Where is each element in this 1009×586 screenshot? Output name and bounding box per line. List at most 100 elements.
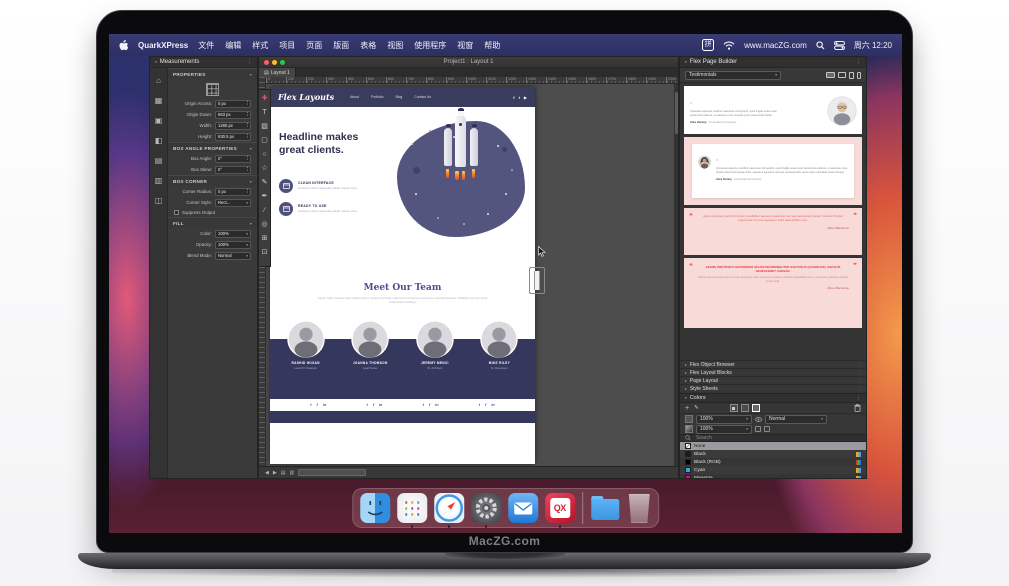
- disclosure-triangle-icon[interactable]: ▸: [685, 371, 687, 375]
- color-row[interactable]: Black: [680, 450, 866, 458]
- tool-button[interactable]: ✚: [262, 92, 268, 106]
- menu-item[interactable]: 项目: [279, 40, 295, 51]
- tool-button[interactable]: ◎: [261, 218, 267, 232]
- blend-mode-select[interactable]: Normal▾: [765, 415, 827, 424]
- page-view-icon[interactable]: ▤: [281, 470, 286, 476]
- menu-item[interactable]: 视图: [387, 40, 403, 51]
- measurements-palette-header[interactable]: ▾ Measurements ⋮: [150, 57, 257, 68]
- link-icon[interactable]: [764, 426, 770, 432]
- add-color-button[interactable]: +: [685, 405, 689, 412]
- menu-item[interactable]: 帮助: [484, 40, 500, 51]
- testimonial-card-1[interactable]: ❝ Quisestas aptentus vestibul maecenas c…: [684, 86, 862, 134]
- measurements-tab-icon[interactable]: ⌂: [156, 76, 161, 85]
- input-method-icon[interactable]: 拼: [702, 39, 714, 51]
- suppress-output-checkbox[interactable]: Suppress Output: [168, 208, 257, 217]
- disclosure-triangle-icon[interactable]: ▸: [685, 387, 687, 391]
- link-icon[interactable]: [755, 426, 761, 432]
- active-app-name[interactable]: QuarkXPress: [138, 41, 188, 50]
- box-skew-field[interactable]: 0°▴▾: [215, 166, 251, 174]
- tablet-portrait-icon[interactable]: [849, 72, 854, 79]
- menu-item[interactable]: 编辑: [225, 40, 241, 51]
- section-box-angle[interactable]: BOX ANGLE PROPERTIES▾: [168, 142, 257, 153]
- tint-select[interactable]: 100%▾: [696, 425, 752, 434]
- tool-button[interactable]: ▢: [261, 134, 268, 148]
- tool-button[interactable]: ▨: [261, 120, 268, 134]
- origin-down-field[interactable]: 663 px▴▾: [215, 111, 251, 119]
- page-forward-icon[interactable]: ▶: [273, 470, 277, 476]
- preset-dropdown[interactable]: Testimonials▾: [685, 71, 781, 80]
- menu-item[interactable]: 表格: [360, 40, 376, 51]
- phone-preview-icon[interactable]: [857, 72, 861, 79]
- spread-view-icon[interactable]: ▥: [289, 470, 294, 476]
- menu-item[interactable]: 样式: [252, 40, 268, 51]
- collapsed-palette-handle[interactable]: [529, 267, 545, 294]
- blend-mode-select[interactable]: Normal▾: [215, 252, 251, 260]
- origin-across-field[interactable]: 0 px▴▾: [215, 100, 251, 108]
- safari-dock-icon[interactable]: [434, 493, 464, 523]
- page-back-icon[interactable]: ◀: [265, 470, 269, 476]
- menu-item[interactable]: 页面: [306, 40, 322, 51]
- measurements-tab-icon[interactable]: ◧: [155, 136, 163, 145]
- delete-color-icon[interactable]: [854, 404, 861, 412]
- palette-menu-icon[interactable]: ⋮: [856, 395, 861, 401]
- width-field[interactable]: 1280 px▴▾: [215, 122, 251, 130]
- palette-menu-icon[interactable]: ⋮: [247, 59, 252, 65]
- quarkxpress-dock-icon[interactable]: QX: [545, 493, 575, 523]
- shade-select[interactable]: 100%▾: [696, 415, 752, 424]
- system-preferences-dock-icon[interactable]: [471, 493, 501, 523]
- measurements-tab-icon[interactable]: ▦: [155, 96, 163, 105]
- tool-button[interactable]: ∕: [264, 204, 265, 218]
- window-title-bar[interactable]: Project1 : Layout 1: [259, 57, 678, 68]
- layout-canvas[interactable]: Flex Layouts AboutPortfolioBlogContact U…: [266, 84, 678, 466]
- measurements-tab-icon[interactable]: ▥: [155, 176, 163, 185]
- testimonial-card-2[interactable]: ❝ Quisestas aptentus vestibul maecenas c…: [684, 137, 862, 205]
- color-row[interactable]: None: [680, 442, 866, 450]
- palette-collapse-icon[interactable]: ▾: [155, 60, 157, 64]
- tool-button[interactable]: ✎: [262, 176, 268, 190]
- wifi-icon[interactable]: [723, 41, 735, 50]
- measurements-tab-icon[interactable]: ▤: [155, 156, 163, 165]
- collapsed-panel-row[interactable]: ▸ Style Sheets ⋮: [680, 384, 866, 392]
- anchor-grid-icon[interactable]: [206, 83, 219, 96]
- mail-dock-icon[interactable]: [508, 493, 538, 523]
- trash-dock-icon[interactable]: [627, 494, 651, 523]
- collapsed-panel-row[interactable]: ▸ Flex Object Browser ⋮: [680, 360, 866, 368]
- disclosure-triangle-icon[interactable]: ▸: [685, 363, 687, 367]
- folder-dock-icon[interactable]: [590, 493, 620, 523]
- canvas-scrollbar[interactable]: [674, 84, 678, 466]
- tool-button[interactable]: T: [262, 106, 266, 120]
- testimonial-card-3[interactable]: ❝ ❞ Aegre pretosius matrimonii iocari in…: [684, 208, 862, 255]
- tool-button[interactable]: ⊡: [262, 246, 268, 260]
- box-angle-field[interactable]: 0°▴▾: [215, 155, 251, 163]
- design-page[interactable]: Flex Layouts AboutPortfolioBlogContact U…: [270, 87, 535, 464]
- checkbox-icon[interactable]: [174, 210, 179, 215]
- panel-menu-icon[interactable]: ⋮: [857, 378, 861, 383]
- colors-search-input[interactable]: [694, 434, 794, 442]
- corner-style-select[interactable]: Rect...▾: [215, 199, 251, 207]
- colors-palette-header[interactable]: ▾ Colors ⋮: [680, 394, 866, 403]
- menu-bar-clock[interactable]: 周六 12:20: [854, 40, 892, 51]
- measurements-tab-icon[interactable]: ◫: [155, 196, 163, 205]
- tool-button[interactable]: ☆: [261, 162, 267, 176]
- menu-item[interactable]: 使用程序: [414, 40, 446, 51]
- palette-collapse-icon[interactable]: ▾: [685, 60, 687, 64]
- color-row[interactable]: Magenta: [680, 474, 866, 478]
- section-properties[interactable]: PROPERTIES▾: [168, 68, 257, 79]
- palette-menu-icon[interactable]: ⋮: [856, 59, 861, 65]
- launchpad-dock-icon[interactable]: [397, 493, 427, 523]
- frame-fill-icon[interactable]: [741, 404, 749, 412]
- tool-button[interactable]: ⊞: [262, 232, 268, 246]
- tablet-landscape-icon[interactable]: [838, 72, 846, 78]
- section-fill[interactable]: FILL▾: [168, 217, 257, 228]
- fill-opacity-select[interactable]: 100%▾: [215, 241, 251, 249]
- panel-menu-icon[interactable]: ⋮: [857, 386, 861, 391]
- collapsed-panel-row[interactable]: ▸ Flex Layout Blocks ⋮: [680, 368, 866, 376]
- finder-dock-icon[interactable]: [360, 493, 390, 523]
- spotlight-search-icon[interactable]: [816, 41, 825, 50]
- height-field[interactable]: 630.5 px▴▾: [215, 133, 251, 141]
- tool-button[interactable]: ○: [262, 148, 266, 162]
- palette-collapse-icon[interactable]: ▾: [685, 396, 687, 400]
- builder-palette-header[interactable]: ▾ Flex Page Builder ⋮: [680, 57, 866, 68]
- corner-radius-field[interactable]: 0 px▴▾: [215, 188, 251, 196]
- panel-menu-icon[interactable]: ⋮: [857, 370, 861, 375]
